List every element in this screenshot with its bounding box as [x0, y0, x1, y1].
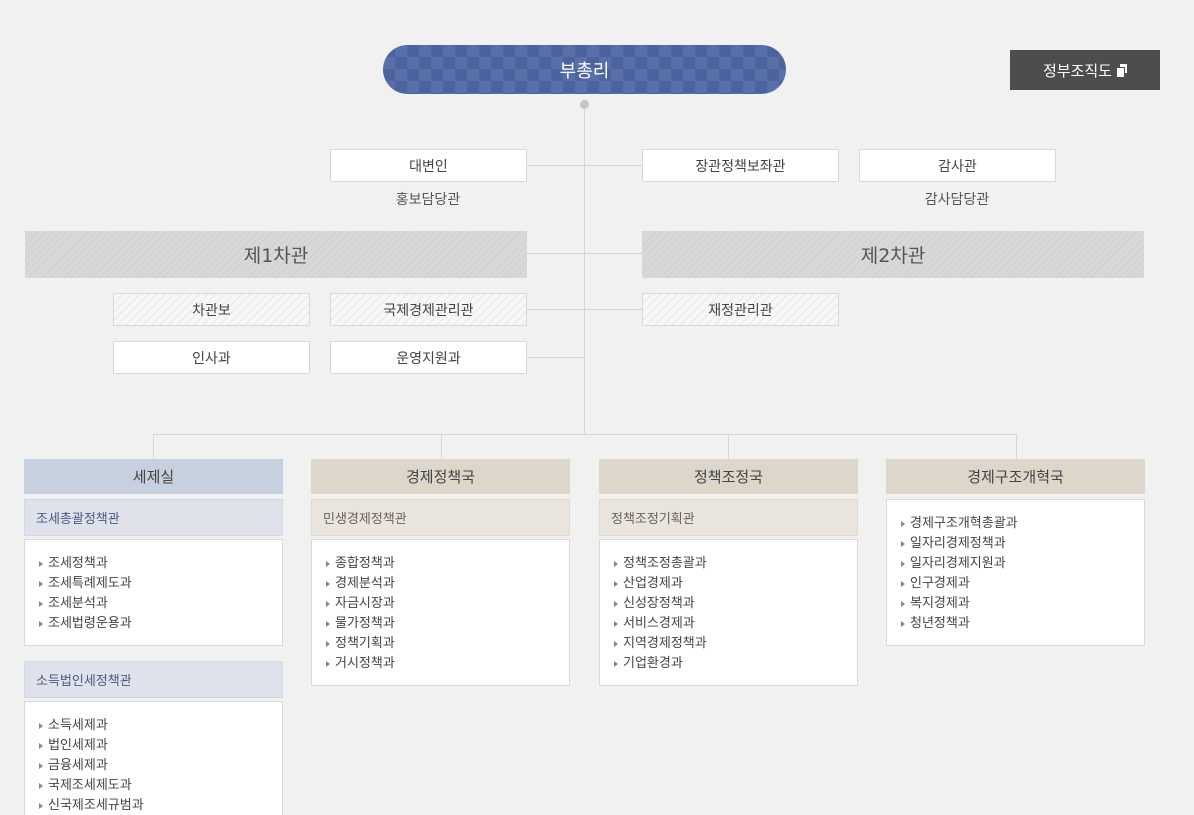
- economic-structural-reform-bureau-header[interactable]: 경제구조개혁국: [886, 459, 1145, 494]
- connector-bureau-drop-2: [441, 434, 442, 459]
- second-vice-minister-header[interactable]: 제2차관: [642, 231, 1144, 278]
- operation-support-label: 운영지원과: [396, 350, 461, 367]
- list-item[interactable]: 경제분석과: [325, 574, 569, 594]
- list-item[interactable]: 신국제조세규범과: [38, 796, 282, 815]
- personnel-division-label: 인사과: [192, 350, 231, 367]
- auditor-box[interactable]: 감사관: [859, 149, 1056, 182]
- minister-policy-aide-label: 장관정책보좌관: [695, 158, 786, 175]
- list-item[interactable]: 일자리경제지원과: [900, 554, 1144, 574]
- income-corporate-tax-section-header[interactable]: 소득법인세정책관: [24, 661, 283, 698]
- first-vice-minister-header[interactable]: 제1차관: [25, 231, 527, 278]
- pr-officer-label: 홍보담당관: [395, 192, 461, 208]
- deputy-prime-minister-node[interactable]: 부총리: [383, 45, 786, 94]
- economic-structural-reform-bureau-label: 경제구조개혁국: [967, 468, 1064, 486]
- economic-policy-bureau-label: 경제정책국: [405, 468, 475, 486]
- assistant-minister-label: 차관보: [192, 302, 231, 319]
- list-item[interactable]: 물가정책과: [325, 614, 569, 634]
- tax-policy-section-label: 조세총괄정책관: [36, 512, 120, 527]
- fiscal-management-box[interactable]: 재정관리관: [642, 293, 839, 326]
- list-item[interactable]: 경제구조개혁총괄과: [900, 514, 1144, 534]
- connector-bureau-drop-4: [1016, 434, 1017, 459]
- intl-economic-affairs-label: 국제경제관리관: [383, 302, 474, 319]
- list-item[interactable]: 거시정책과: [325, 654, 569, 674]
- spokesperson-box[interactable]: 대변인: [330, 149, 527, 182]
- spokesperson-label: 대변인: [409, 158, 448, 175]
- connector-dot: [580, 100, 589, 109]
- second-vice-minister-label: 제2차관: [860, 245, 926, 267]
- list-item[interactable]: 일자리경제정책과: [900, 534, 1144, 554]
- connector-bureau-horizontal: [153, 434, 1017, 435]
- fiscal-management-label: 재정관리관: [708, 302, 773, 319]
- list-item[interactable]: 산업경제과: [613, 574, 857, 594]
- livelihood-policy-section-header[interactable]: 민생경제정책관: [311, 499, 570, 536]
- list-item[interactable]: 자금시장과: [325, 594, 569, 614]
- policy-coordination-planning-section-header[interactable]: 정책조정기획관: [599, 499, 858, 536]
- personnel-division-box[interactable]: 인사과: [113, 341, 310, 374]
- connector-units-row: [527, 309, 642, 310]
- audit-officer-label: 감사담당관: [924, 192, 990, 208]
- list-item[interactable]: 신성장정책과: [613, 594, 857, 614]
- list-item[interactable]: 법인세제과: [38, 736, 282, 756]
- tax-policy-division-list: 조세정책과 조세특례제도과 조세분석과 조세법령운용과: [24, 539, 283, 646]
- list-item[interactable]: 복지경제과: [900, 594, 1144, 614]
- list-item[interactable]: 정책기획과: [325, 634, 569, 654]
- livelihood-policy-section-label: 민생경제정책관: [323, 512, 407, 527]
- income-corporate-tax-division-list: 소득세제과 법인세제과 금융세제과 국제조세제도과 신국제조세규범과: [24, 701, 283, 815]
- deputy-prime-minister-label: 부총리: [559, 60, 610, 82]
- income-corporate-tax-section-label: 소득법인세정책관: [36, 674, 132, 689]
- list-item[interactable]: 정책조정총괄과: [613, 554, 857, 574]
- connector-bureau-drop-1: [153, 434, 154, 459]
- minister-policy-aide-box[interactable]: 장관정책보좌관: [642, 149, 839, 182]
- list-item[interactable]: 조세정책과: [38, 554, 282, 574]
- tax-policy-section-header[interactable]: 조세총괄정책관: [24, 499, 283, 536]
- connector-vice-row: [527, 253, 642, 254]
- list-item[interactable]: 지역경제정책과: [613, 634, 857, 654]
- policy-coordination-division-list: 정책조정총괄과 산업경제과 신성장정책과 서비스경제과 지역경제정책과 기업환경…: [599, 539, 858, 686]
- operation-support-box[interactable]: 운영지원과: [330, 341, 527, 374]
- connector-main-vertical: [584, 104, 585, 434]
- gov-org-chart-label: 정부조직도: [1042, 61, 1112, 80]
- policy-coordination-bureau-header[interactable]: 정책조정국: [599, 459, 858, 494]
- economic-policy-division-list: 종합정책과 경제분석과 자금시장과 물가정책과 정책기획과 거시정책과: [311, 539, 570, 686]
- gov-org-chart-button[interactable]: 정부조직도: [1010, 50, 1160, 90]
- list-item[interactable]: 조세법령운용과: [38, 614, 282, 634]
- list-item[interactable]: 조세특례제도과: [38, 574, 282, 594]
- connector-staff-row: [527, 165, 642, 166]
- first-vice-minister-label: 제1차관: [243, 245, 309, 267]
- document-icon: [1117, 64, 1127, 77]
- economic-policy-bureau-header[interactable]: 경제정책국: [311, 459, 570, 494]
- connector-bureau-drop-3: [728, 434, 729, 459]
- list-item[interactable]: 청년정책과: [900, 614, 1144, 634]
- list-item[interactable]: 기업환경과: [613, 654, 857, 674]
- list-item[interactable]: 인구경제과: [900, 574, 1144, 594]
- list-item[interactable]: 조세분석과: [38, 594, 282, 614]
- connector-support-row: [527, 357, 585, 358]
- tax-office-header[interactable]: 세제실: [24, 459, 283, 494]
- assistant-minister-box[interactable]: 차관보: [113, 293, 310, 326]
- list-item[interactable]: 종합정책과: [325, 554, 569, 574]
- policy-coordination-planning-section-label: 정책조정기획관: [611, 512, 695, 527]
- tax-office-label: 세제실: [132, 468, 175, 486]
- list-item[interactable]: 국제조세제도과: [38, 776, 282, 796]
- policy-coordination-bureau-label: 정책조정국: [693, 468, 763, 486]
- structural-reform-division-list: 경제구조개혁총괄과 일자리경제정책과 일자리경제지원과 인구경제과 복지경제과 …: [886, 499, 1145, 646]
- list-item[interactable]: 금융세제과: [38, 756, 282, 776]
- list-item[interactable]: 서비스경제과: [613, 614, 857, 634]
- auditor-label: 감사관: [938, 158, 977, 175]
- intl-economic-affairs-box[interactable]: 국제경제관리관: [330, 293, 527, 326]
- list-item[interactable]: 소득세제과: [38, 716, 282, 736]
